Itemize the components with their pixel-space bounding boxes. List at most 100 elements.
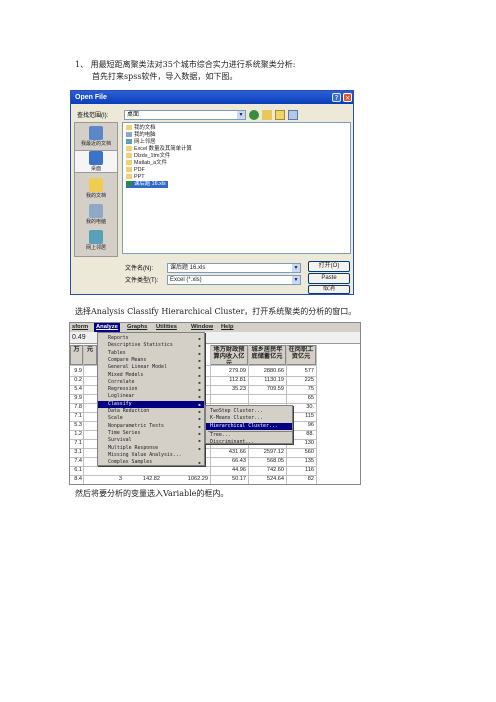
analyze-menu-item[interactable]: Correlate ▶ bbox=[98, 379, 204, 386]
list-item[interactable]: PDF bbox=[126, 167, 147, 174]
back-icon[interactable] bbox=[249, 110, 259, 120]
up-folder-icon[interactable] bbox=[262, 110, 272, 120]
table-cell[interactable]: 279.09 bbox=[210, 367, 246, 375]
table-cell[interactable]: 5.3 bbox=[70, 421, 82, 429]
analyze-menu-item[interactable]: Classify ▶ bbox=[98, 400, 204, 408]
table-cell[interactable]: 1062.29 bbox=[160, 475, 208, 483]
list-item-selected[interactable]: 课后题 16.xls bbox=[126, 181, 168, 188]
column-header[interactable]: 在岗职工资亿元 bbox=[286, 345, 316, 365]
table-cell[interactable]: 3 bbox=[84, 475, 122, 483]
table-cell[interactable]: 9.9 bbox=[70, 394, 82, 402]
table-cell[interactable]: 75 bbox=[286, 385, 314, 393]
view-menu-icon[interactable] bbox=[288, 110, 298, 120]
list-item[interactable]: Dlzds_1tm文件 bbox=[126, 153, 172, 160]
list-item[interactable]: PPT bbox=[126, 174, 146, 181]
classify-menu-item[interactable]: Discriminant... bbox=[206, 439, 292, 446]
place-network[interactable]: 网上邻居 bbox=[75, 230, 117, 251]
table-cell[interactable]: 142.82 bbox=[122, 475, 160, 483]
table-cell[interactable]: 560 bbox=[286, 448, 314, 456]
analyze-menu-item[interactable]: Complex Samples ▶ bbox=[98, 459, 204, 466]
chevron-down-icon[interactable]: ▼ bbox=[237, 111, 245, 119]
analyze-menu-item[interactable]: Loglinear ▶ bbox=[98, 393, 204, 400]
analyze-menu-item[interactable]: Missing Value Analysis... bbox=[98, 452, 204, 459]
table-cell[interactable]: 709.59 bbox=[248, 385, 284, 393]
table-cell[interactable]: 0.2 bbox=[70, 376, 82, 384]
table-cell[interactable]: 6.1 bbox=[70, 466, 82, 474]
file-name-input[interactable]: 课后题 16.xls ▼ bbox=[167, 263, 301, 273]
table-cell[interactable]: 2880.66 bbox=[248, 367, 284, 375]
table-cell[interactable]: 112.81 bbox=[210, 376, 246, 384]
table-cell[interactable]: 7.8 bbox=[70, 403, 82, 411]
analyze-menu-item[interactable]: Reports ▶ bbox=[98, 335, 204, 342]
table-cell[interactable]: 135 bbox=[286, 457, 314, 465]
analyze-menu-item[interactable]: Descriptive Statistics ▶ bbox=[98, 342, 204, 349]
chevron-down-icon[interactable]: ▼ bbox=[292, 264, 300, 272]
menu-help[interactable]: Help bbox=[219, 323, 236, 332]
analyze-menu-item[interactable]: Nonparametric Tests ▶ bbox=[98, 423, 204, 430]
analyze-menu-item[interactable]: General Linear Model ▶ bbox=[98, 364, 204, 371]
list-item[interactable]: 网上邻居 bbox=[126, 139, 158, 146]
look-in-combo[interactable]: 桌面 ▼ bbox=[124, 110, 246, 120]
menu-item-label: Missing Value Analysis... bbox=[108, 451, 182, 458]
menu-utilities[interactable]: Utilities bbox=[154, 323, 179, 332]
analyze-menu-item[interactable]: Mixed Models ▶ bbox=[98, 372, 204, 379]
table-cell[interactable]: 82 bbox=[286, 475, 314, 483]
analyze-menu-item[interactable]: Multiple Response ▶ bbox=[98, 445, 204, 452]
analyze-menu-item[interactable]: Compare Means ▶ bbox=[98, 357, 204, 364]
place-recent[interactable]: 我最近的文档 bbox=[75, 126, 117, 147]
table-cell[interactable]: 7.4 bbox=[70, 457, 82, 465]
column-header[interactable]: 地方财政预算内收入亿元 bbox=[210, 345, 248, 365]
table-cell[interactable]: 225 bbox=[286, 376, 314, 384]
place-desktop[interactable]: 桌面 bbox=[74, 150, 118, 173]
open-button[interactable]: 打开(O) bbox=[308, 261, 350, 272]
table-cell[interactable]: 44.96 bbox=[210, 466, 246, 474]
table-cell[interactable]: 577 bbox=[286, 367, 314, 375]
table-cell[interactable]: 742.60 bbox=[248, 466, 284, 474]
table-cell[interactable]: 2597.12 bbox=[248, 448, 284, 456]
table-cell[interactable]: 7.1 bbox=[70, 412, 82, 420]
table-cell[interactable]: 1.2 bbox=[70, 430, 82, 438]
help-icon[interactable]: ? bbox=[332, 93, 341, 102]
analyze-menu-item[interactable]: Scale ▶ bbox=[98, 415, 204, 422]
table-cell[interactable]: 35.23 bbox=[210, 385, 246, 393]
table-cell[interactable]: 7.1 bbox=[70, 439, 82, 447]
close-icon[interactable]: × bbox=[343, 93, 352, 102]
table-cell[interactable]: 116 bbox=[286, 466, 314, 474]
column-header[interactable]: 元 bbox=[83, 345, 97, 365]
new-folder-icon[interactable] bbox=[275, 110, 285, 120]
menu-transform[interactable]: sform bbox=[70, 323, 90, 332]
chevron-down-icon[interactable]: ▼ bbox=[292, 276, 300, 284]
table-cell[interactable]: 66.43 bbox=[210, 457, 246, 465]
analyze-menu-item[interactable]: Time Series ▶ bbox=[98, 430, 204, 437]
analyze-menu-item[interactable]: Regression ▶ bbox=[98, 386, 204, 393]
table-cell[interactable]: 8.4 bbox=[70, 475, 82, 483]
menu-analyze[interactable]: Analyze bbox=[94, 323, 120, 332]
analyze-menu-item[interactable]: Data Reduction ▶ bbox=[98, 408, 204, 415]
table-cell[interactable]: 1130.19 bbox=[248, 376, 284, 384]
table-cell[interactable]: 9.9 bbox=[70, 367, 82, 375]
place-my-computer[interactable]: 我的电脑 bbox=[75, 204, 117, 225]
list-item[interactable]: Excel 数量及其简单计算 bbox=[126, 146, 194, 153]
list-item[interactable]: 我的文档 bbox=[126, 125, 158, 132]
table-cell[interactable]: 3.1 bbox=[70, 448, 82, 456]
cancel-button[interactable]: 取消 bbox=[308, 285, 350, 294]
table-cell[interactable]: 568.05 bbox=[248, 457, 284, 465]
table-cell[interactable]: 5.4 bbox=[70, 385, 82, 393]
menu-window[interactable]: Window bbox=[189, 323, 215, 332]
table-cell[interactable]: 50.17 bbox=[210, 475, 246, 483]
list-item[interactable]: Matlab_a文件 bbox=[126, 160, 169, 167]
menu-graphs[interactable]: Graphs bbox=[125, 323, 149, 332]
classify-menu-item[interactable]: K-Means Cluster... bbox=[206, 415, 292, 422]
table-cell[interactable]: 431.66 bbox=[210, 448, 246, 456]
column-header[interactable]: 万 bbox=[70, 345, 83, 365]
place-my-documents[interactable]: 我的文档 bbox=[75, 178, 117, 199]
list-item[interactable]: 我的电脑 bbox=[126, 132, 158, 139]
column-header[interactable]: 城乡居民年底储蓄亿元 bbox=[248, 345, 286, 365]
paste-button[interactable]: Paste bbox=[308, 273, 350, 284]
analyze-menu-item[interactable]: Survival ▶ bbox=[98, 437, 204, 444]
analyze-menu-item[interactable]: Tables ▶ bbox=[98, 350, 204, 357]
file-type-select[interactable]: Excel (*.xls) ▼ bbox=[167, 275, 301, 285]
table-cell[interactable]: 524.64 bbox=[248, 475, 284, 483]
classify-menu-item[interactable]: Hierarchical Cluster... bbox=[206, 422, 292, 430]
table-cell[interactable]: 65 bbox=[286, 394, 314, 402]
